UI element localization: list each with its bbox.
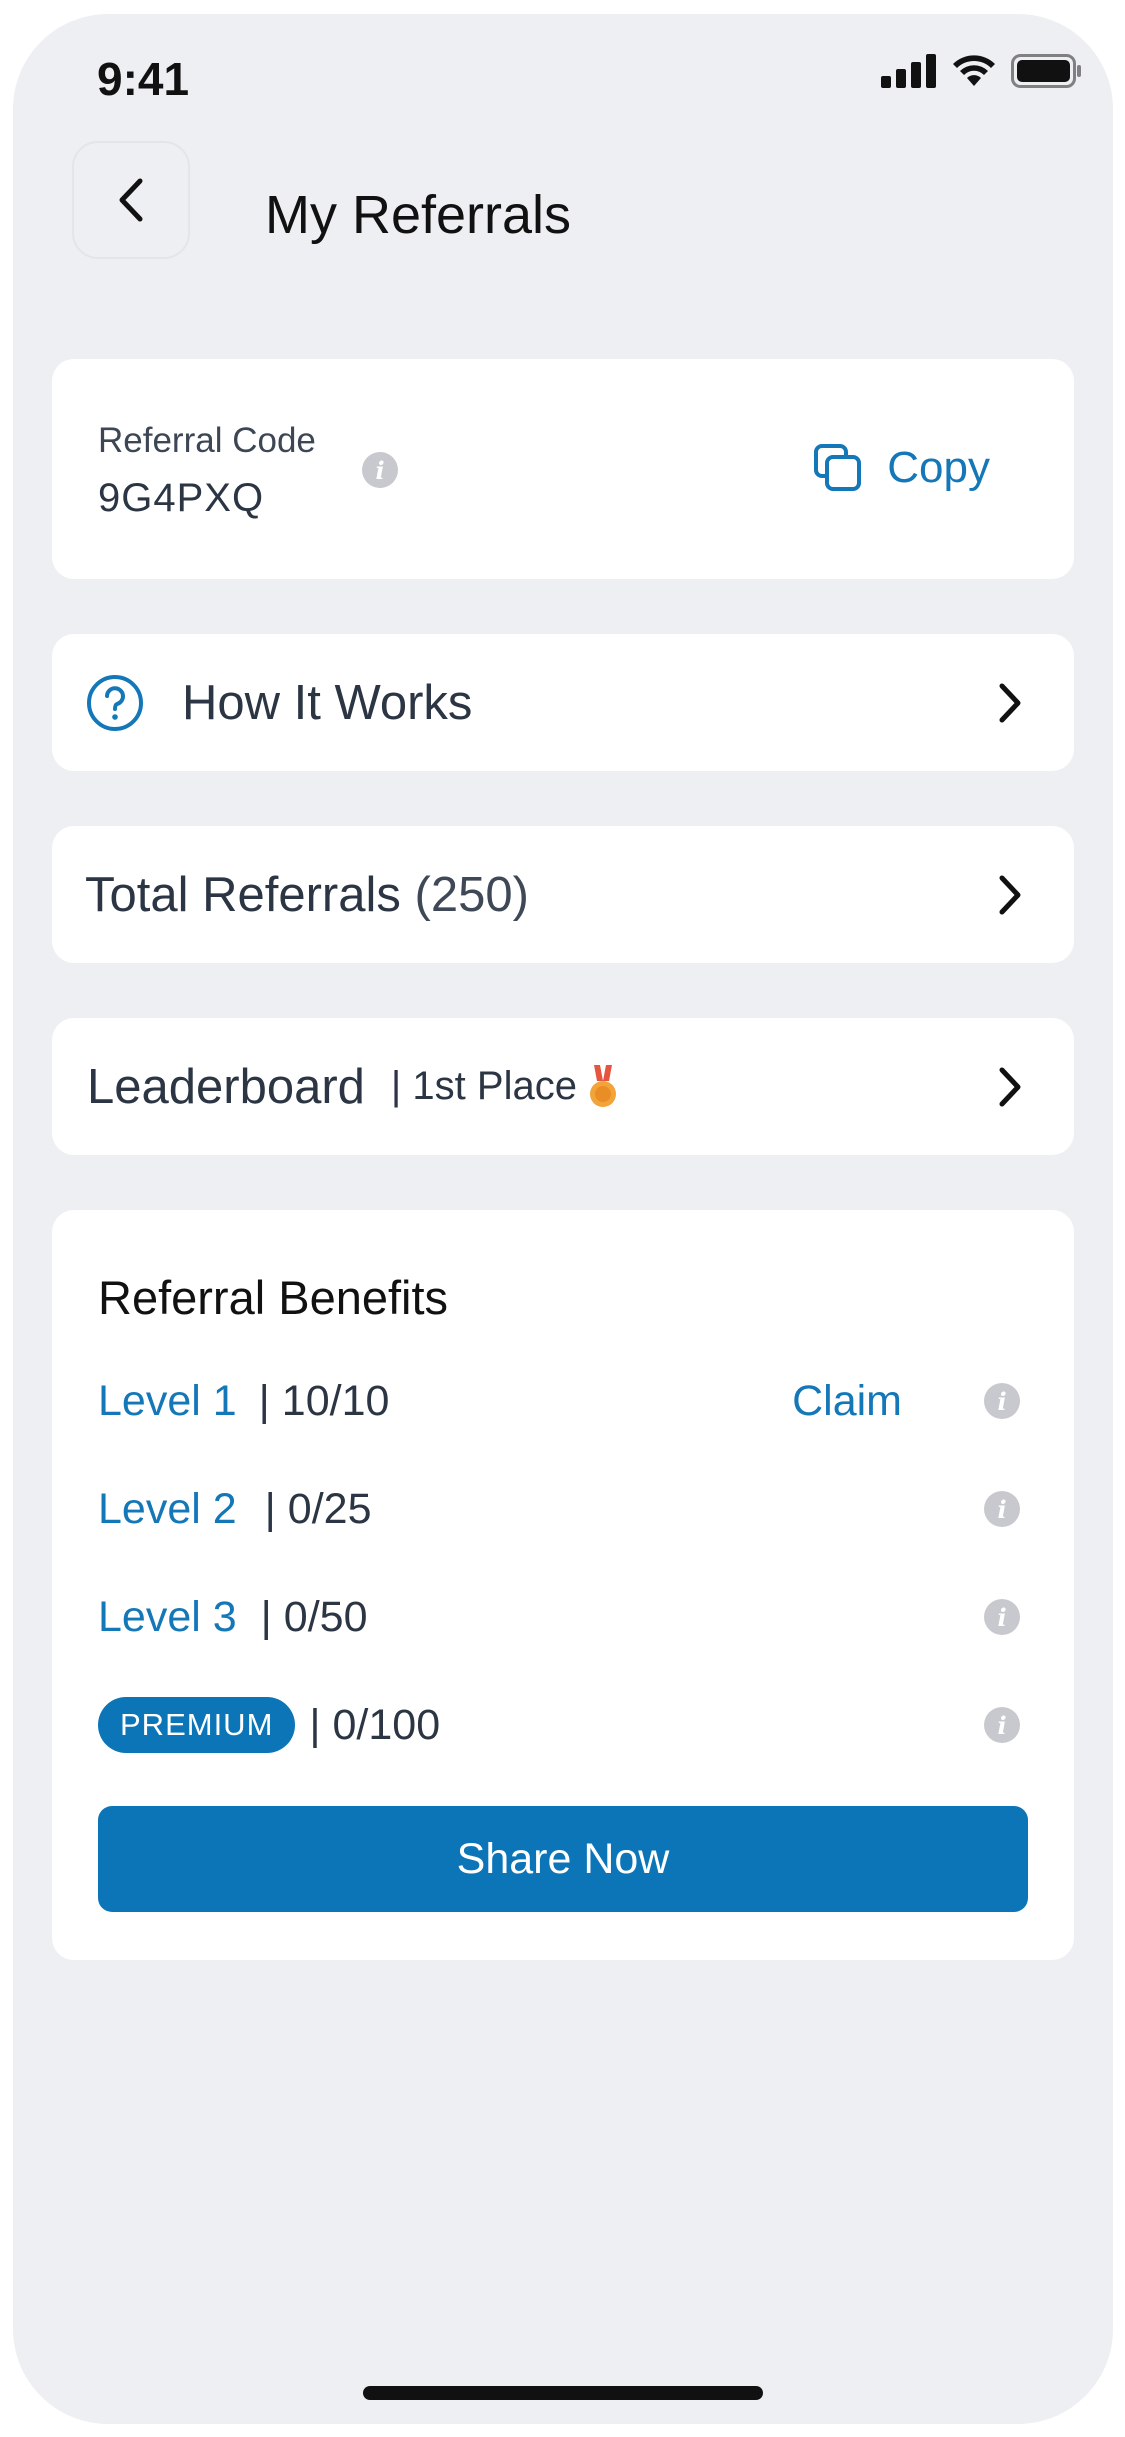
leaderboard-text: Leaderboard | 1st Place: [87, 1059, 619, 1115]
leaderboard-place: | 1st Place: [390, 1064, 577, 1108]
status-time: 9:41: [97, 53, 190, 105]
level-2-progress: | 0/25: [264, 1484, 372, 1533]
level-1-name: Level 1: [98, 1376, 237, 1425]
medal-icon: [589, 1064, 616, 1107]
claim-button[interactable]: Claim: [792, 1377, 902, 1426]
help-circle-icon: [87, 675, 143, 731]
info-icon[interactable]: i: [984, 1707, 1020, 1743]
level-2-row: Level 2 | 0/25 i: [98, 1474, 1020, 1544]
referral-code-label: Referral Code: [98, 421, 316, 460]
copy-label: Copy: [887, 443, 990, 492]
page-title: My Referrals: [265, 185, 572, 245]
battery-icon: [1011, 54, 1081, 88]
copy-icon: [814, 444, 862, 491]
level-1-progress: | 10/10: [258, 1376, 390, 1425]
wifi-icon: [953, 55, 995, 86]
level-3-row: Level 3 | 0/50 i: [98, 1582, 1020, 1652]
leaderboard-label: Leaderboard: [87, 1059, 365, 1114]
referral-code-value: 9G4PXQ: [98, 476, 265, 520]
signal-icon: [881, 54, 936, 88]
chevron-right-icon: [999, 683, 1021, 722]
how-it-works-row[interactable]: How It Works: [52, 634, 1074, 771]
referral-benefits-card: Referral Benefits Level 1 | 10/10 Claim …: [52, 1210, 1074, 1960]
phone-screen: 9:41 My Referrals Referral Code 9G4PXQ i: [13, 14, 1113, 2424]
level-3-name: Level 3: [98, 1592, 237, 1641]
referral-code-card: Referral Code 9G4PXQ i Copy: [52, 359, 1074, 579]
premium-row: PREMIUM | 0/100 i: [98, 1690, 1020, 1760]
info-icon[interactable]: i: [984, 1383, 1020, 1419]
chevron-right-icon: [999, 875, 1021, 914]
total-referrals-text: Total Referrals (250): [85, 867, 529, 923]
total-referrals-label: Total Referrals: [85, 867, 401, 922]
how-it-works-label: How It Works: [182, 675, 473, 730]
total-referrals-count: (250): [414, 867, 529, 922]
chevron-left-icon: [119, 178, 143, 222]
share-now-button[interactable]: Share Now: [98, 1806, 1028, 1912]
copy-button[interactable]: Copy: [813, 443, 990, 493]
info-icon[interactable]: i: [362, 452, 398, 488]
premium-progress: | 0/100: [309, 1700, 441, 1749]
status-icons: [881, 54, 1083, 88]
back-button[interactable]: [72, 141, 190, 259]
premium-badge: PREMIUM: [98, 1697, 296, 1753]
chevron-right-icon: [999, 1067, 1021, 1106]
level-3-progress: | 0/50: [260, 1592, 368, 1641]
info-icon[interactable]: i: [984, 1599, 1020, 1635]
info-icon[interactable]: i: [984, 1491, 1020, 1527]
total-referrals-row[interactable]: Total Referrals (250): [52, 826, 1074, 963]
level-2-name: Level 2: [98, 1484, 237, 1533]
leaderboard-row[interactable]: Leaderboard | 1st Place: [52, 1018, 1074, 1155]
home-indicator[interactable]: [363, 2386, 763, 2400]
referral-benefits-title: Referral Benefits: [98, 1271, 449, 1324]
level-1-row: Level 1 | 10/10 Claim i: [98, 1366, 1020, 1436]
